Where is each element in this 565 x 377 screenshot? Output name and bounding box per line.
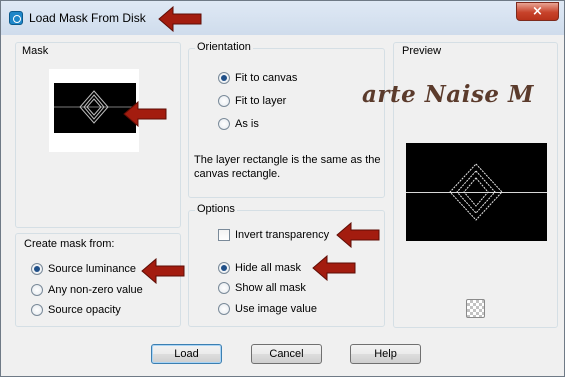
radio-button[interactable]	[218, 95, 230, 107]
options-label: Options	[195, 203, 237, 215]
radio-label: Fit to canvas	[235, 72, 298, 84]
radio-label: Hide all mask	[235, 262, 302, 274]
radio-button[interactable]	[31, 284, 43, 296]
mask-group-label: Mask	[22, 45, 49, 57]
radio-label: As is	[235, 118, 259, 130]
transparency-toggle-icon[interactable]	[466, 299, 485, 318]
radio-button[interactable]	[218, 303, 230, 315]
checkbox-label: Invert transparency	[235, 229, 330, 241]
window-title: Load Mask From Disk	[29, 11, 146, 25]
radio-label: Source luminance	[48, 263, 137, 275]
app-icon	[9, 11, 23, 25]
close-button[interactable]: ×	[516, 2, 559, 21]
orientation-info-text: The layer rectangle is the same as the c…	[194, 154, 381, 180]
cancel-button[interactable]: Cancel	[251, 344, 322, 364]
preview-label: Preview	[402, 45, 442, 57]
create-mask-from-label: Create mask from:	[24, 238, 115, 250]
annotation-arrow-icon	[141, 258, 185, 284]
radio-button[interactable]	[218, 282, 230, 294]
radio-label: Use image value	[235, 303, 317, 315]
radio-label: Source opacity	[48, 304, 121, 316]
radio-button[interactable]	[218, 118, 230, 130]
radio-label: Fit to layer	[235, 95, 287, 107]
annotation-arrow-icon	[123, 101, 167, 127]
annotation-arrow-icon	[312, 255, 356, 281]
radio-label: Show all mask	[235, 282, 306, 294]
orientation-label: Orientation	[195, 41, 253, 53]
watermark-signature: arte Naise M	[362, 81, 534, 108]
radio-button[interactable]	[218, 72, 230, 84]
annotation-arrow-icon	[336, 222, 380, 248]
load-button[interactable]: Load	[151, 344, 222, 364]
radio-label: Any non-zero value	[48, 284, 143, 296]
close-icon: ×	[532, 4, 543, 19]
annotation-arrow-icon	[158, 6, 202, 32]
help-button[interactable]: Help	[350, 344, 421, 364]
radio-button[interactable]	[31, 304, 43, 316]
load-mask-dialog: Load Mask From Disk × Mask Create mask f…	[0, 0, 565, 377]
checkbox[interactable]	[218, 229, 230, 241]
radio-button[interactable]	[218, 262, 230, 274]
preview-diamond-graphic	[449, 163, 503, 221]
radio-button[interactable]	[31, 263, 43, 275]
preview-image	[406, 143, 547, 241]
title-bar[interactable]: Load Mask From Disk ×	[1, 1, 564, 35]
